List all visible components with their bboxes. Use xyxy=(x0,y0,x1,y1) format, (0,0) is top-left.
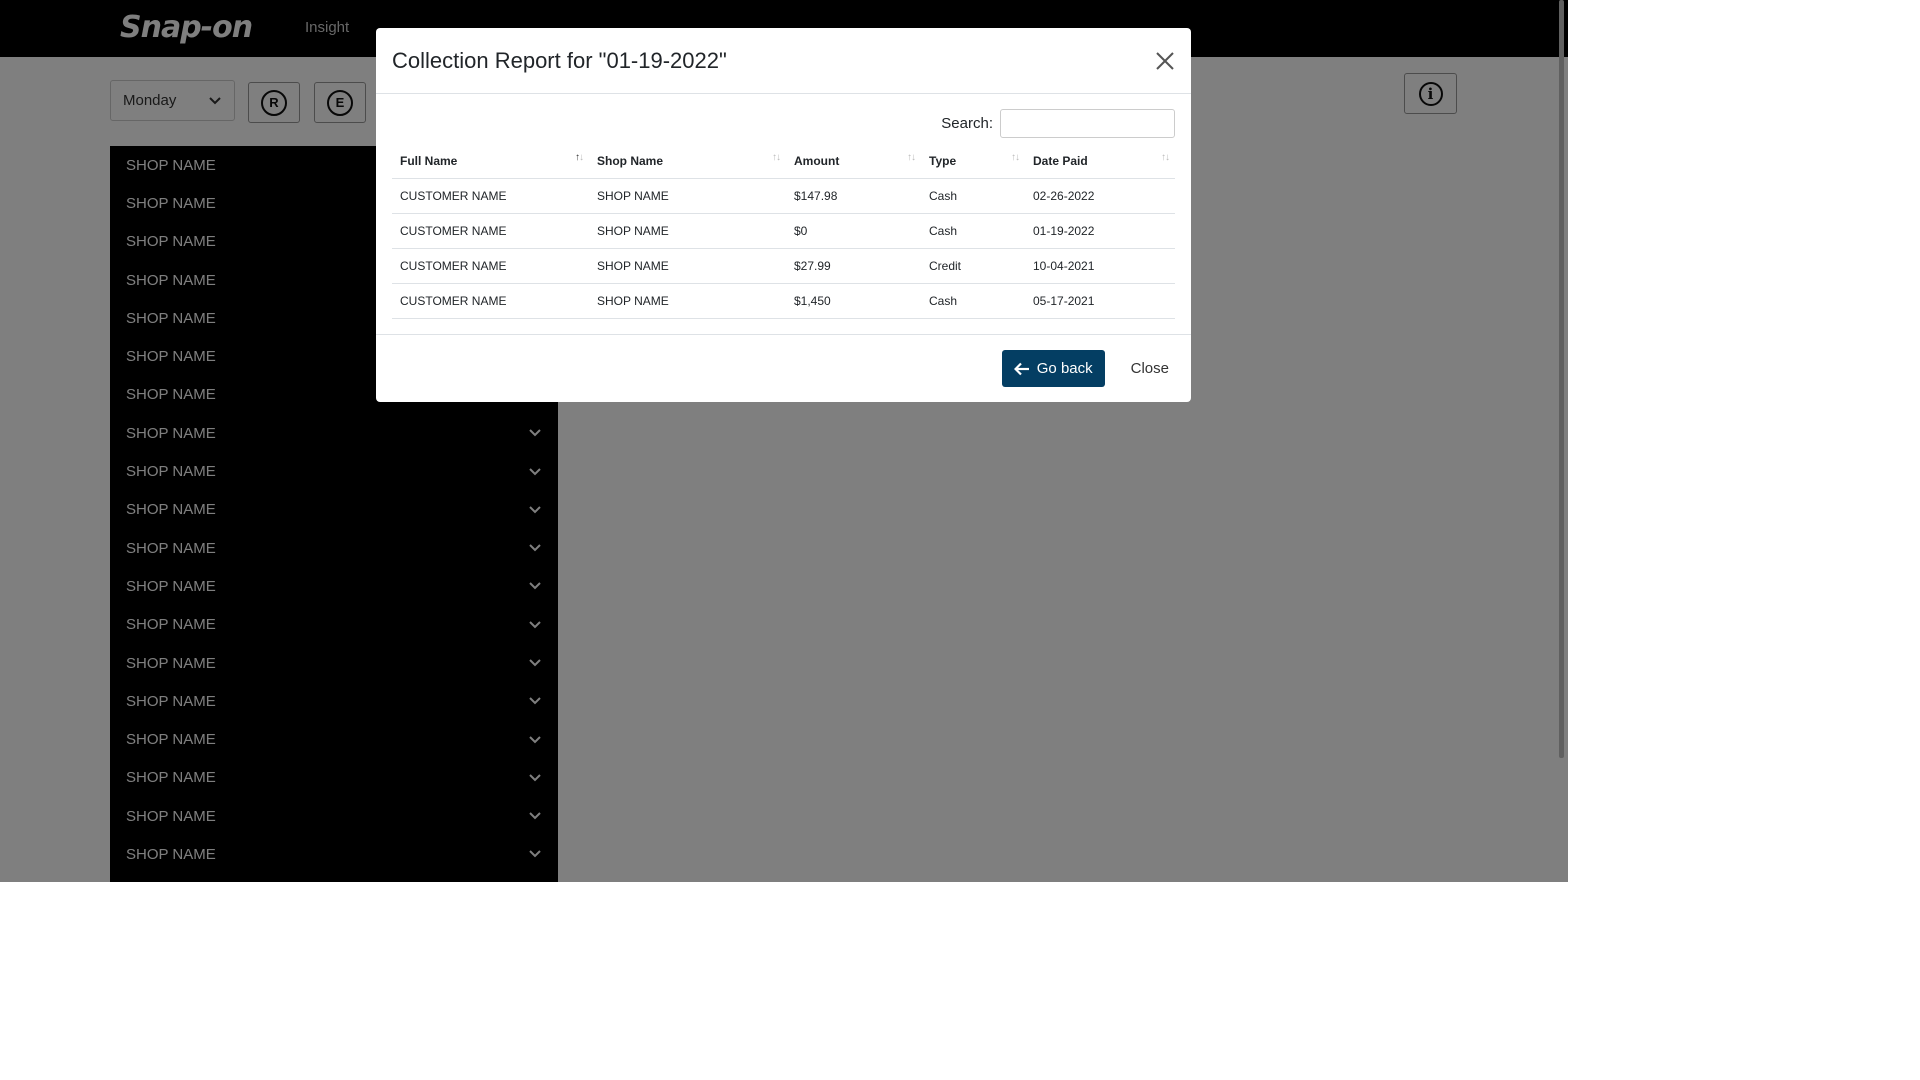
column-header-type[interactable]: Type ↑↓ xyxy=(921,144,1025,179)
cell-type: Cash xyxy=(921,283,1025,319)
table-row: CUSTOMER NAME SHOP NAME $147.98 Cash 02-26-2… xyxy=(392,178,1175,214)
cell-amount: $1,450 xyxy=(786,283,921,319)
sort-icon: ↑↓ xyxy=(772,152,781,163)
cell-date-paid: 02-26-2022 xyxy=(1025,178,1175,214)
cell-amount: $147.98 xyxy=(786,178,921,214)
cell-date-paid: 01-19-2022 xyxy=(1025,213,1175,249)
close-button[interactable]: Close xyxy=(1125,359,1175,378)
go-back-button[interactable]: Go back xyxy=(1001,350,1105,387)
sort-icon: ↑↓ xyxy=(1011,152,1020,163)
sort-icon: ↑↓ xyxy=(575,152,584,163)
search-row: Search: xyxy=(941,109,1175,138)
cell-shop-name: SHOP NAME xyxy=(589,213,786,249)
cell-date-paid: 05-17-2021 xyxy=(1025,283,1175,319)
cell-shop-name: SHOP NAME xyxy=(589,283,786,319)
table-row: CUSTOMER NAME SHOP NAME $27.99 Credit 10-04-… xyxy=(392,248,1175,284)
column-header-amount[interactable]: Amount ↑↓ xyxy=(786,144,921,179)
cell-full-name: CUSTOMER NAME xyxy=(392,178,589,214)
column-header-full-name[interactable]: Full Name ↑↓ xyxy=(392,144,589,179)
collection-report-modal: Collection Report for "01-19-2022" Searc… xyxy=(376,28,1191,402)
table-row: CUSTOMER NAME SHOP NAME $0 Cash 01-19-2022 xyxy=(392,213,1175,249)
modal-header: Collection Report for "01-19-2022" xyxy=(376,28,1191,94)
cell-type: Cash xyxy=(921,213,1025,249)
search-label: Search: xyxy=(941,115,993,132)
cell-full-name: CUSTOMER NAME xyxy=(392,213,589,249)
cell-amount: $27.99 xyxy=(786,248,921,284)
collection-table: Full Name ↑↓ Shop Name ↑↓ Amount ↑↓ Type… xyxy=(392,144,1175,319)
table-row: CUSTOMER NAME SHOP NAME $1,450 Cash 05-17-20… xyxy=(392,283,1175,319)
arrow-left-icon xyxy=(1013,362,1029,375)
search-input[interactable] xyxy=(1000,109,1175,138)
cell-full-name: CUSTOMER NAME xyxy=(392,283,589,319)
close-icon[interactable] xyxy=(1155,51,1175,71)
column-header-shop-name[interactable]: Shop Name ↑↓ xyxy=(589,144,786,179)
cell-full-name: CUSTOMER NAME xyxy=(392,248,589,284)
cell-type: Credit xyxy=(921,248,1025,284)
cell-type: Cash xyxy=(921,178,1025,214)
sort-icon: ↑↓ xyxy=(907,152,916,163)
cell-shop-name: SHOP NAME xyxy=(589,178,786,214)
sort-icon: ↑↓ xyxy=(1161,152,1170,163)
modal-footer: Go back Close xyxy=(376,334,1191,402)
cell-date-paid: 10-04-2021 xyxy=(1025,248,1175,284)
modal-title: Collection Report for "01-19-2022" xyxy=(392,47,727,73)
column-header-date-paid[interactable]: Date Paid ↑↓ xyxy=(1025,144,1175,179)
cell-amount: $0 xyxy=(786,213,921,249)
table-header-row: Full Name ↑↓ Shop Name ↑↓ Amount ↑↓ Type… xyxy=(392,144,1175,179)
cell-shop-name: SHOP NAME xyxy=(589,248,786,284)
